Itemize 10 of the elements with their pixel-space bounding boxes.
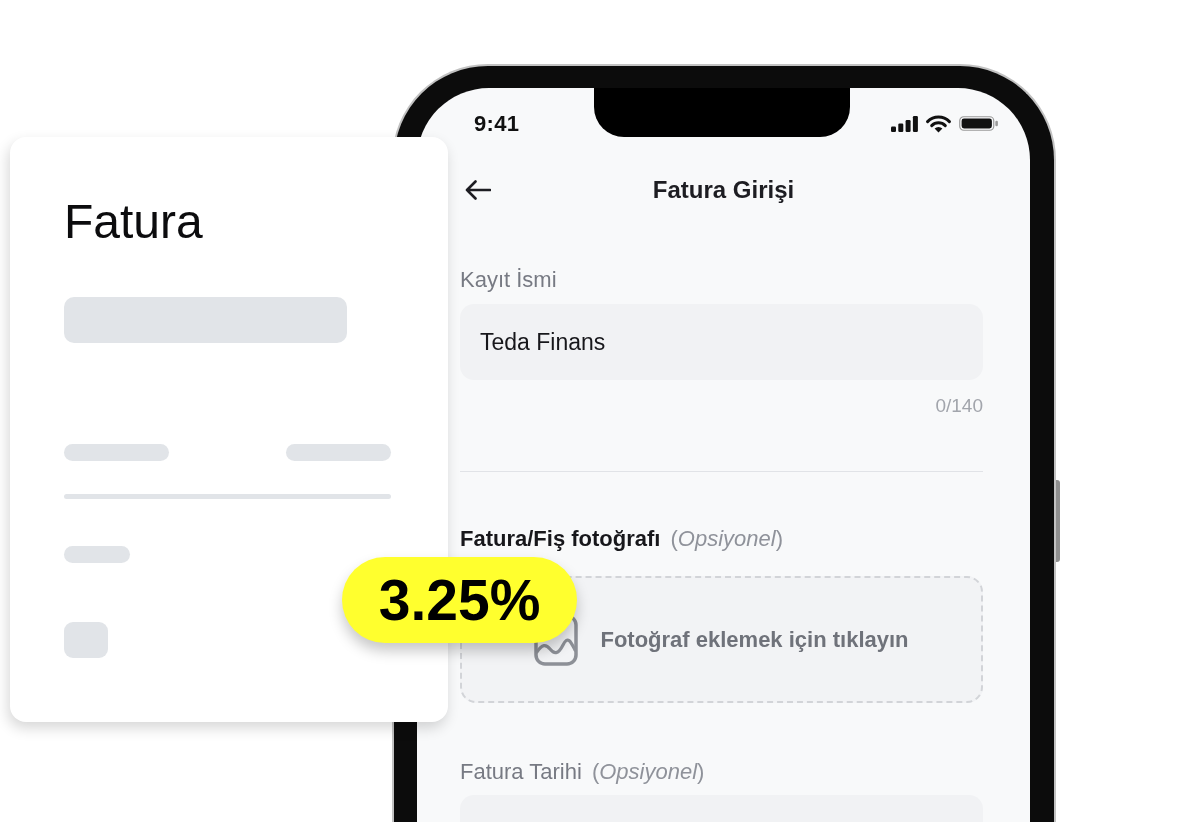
character-counter: 0/140 — [935, 395, 983, 417]
card-title: Fatura — [64, 194, 203, 250]
field-label: Fatura Tarihi — [460, 759, 582, 785]
field-label: Fatura/Fiş fotoğrafı — [460, 526, 661, 552]
status-time: 9:41 — [474, 110, 520, 137]
optional-note: (Opsiyonel) — [591, 759, 705, 785]
screen-title: Fatura Girişi — [652, 175, 795, 204]
rate-badge: 3.25% — [342, 557, 577, 643]
optional-note: (Opsiyonel) — [670, 526, 783, 552]
field-label: Kayıt İsmi — [460, 267, 558, 293]
